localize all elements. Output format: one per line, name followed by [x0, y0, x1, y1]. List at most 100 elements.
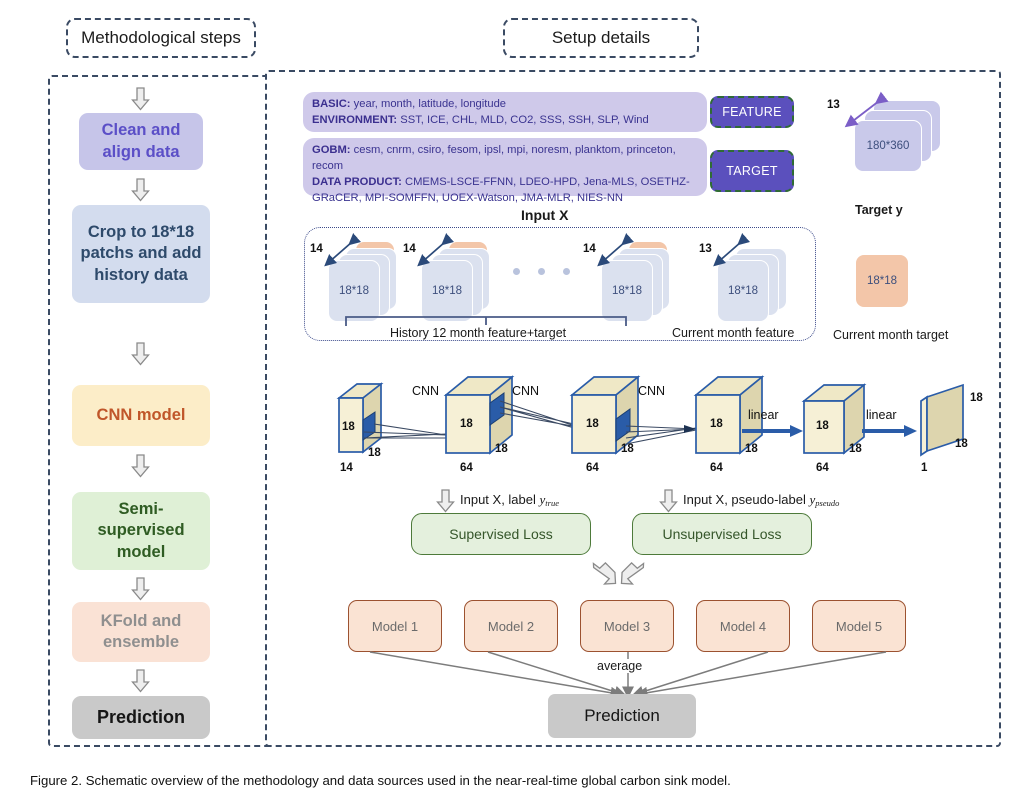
flow-arrow-2 — [131, 178, 150, 202]
cnn-layer-5-depth-label: 18 — [849, 443, 862, 455]
model-label: Model 4 — [719, 618, 767, 634]
target-y-title: Target y — [855, 203, 903, 217]
feature-tag-label: FEATURE — [722, 105, 782, 119]
model-box-2[interactable]: Model 2 — [464, 600, 558, 652]
feature-row-basic: BASIC: year, month, latitude, longitude — [312, 97, 698, 113]
cnn-linear-arrow-2 — [862, 424, 918, 443]
cnn-layer-5-face-label: 18 — [816, 420, 829, 432]
methodological-steps-header-label: Methodological steps — [81, 28, 241, 47]
model-label: Model 3 — [603, 618, 651, 634]
target-key-gobm: GOBM: — [312, 144, 351, 156]
current-month-target-label: Current month target — [833, 328, 949, 342]
ensemble-prediction-label: Prediction — [584, 706, 660, 725]
cnn-layer-2-face-label: 18 — [460, 418, 473, 430]
ellipsis-dot-3 — [563, 268, 570, 275]
model-box-1[interactable]: Model 1 — [348, 600, 442, 652]
setup-details-header-label: Setup details — [551, 28, 651, 47]
target-tag: TARGET — [710, 150, 794, 192]
target-y-grid-label: 180*360 — [866, 140, 910, 152]
feature-key-basic: BASIC: — [312, 98, 351, 110]
flow-arrow-5 — [131, 577, 150, 601]
step-label: CNN model — [96, 405, 186, 424]
step-semi-supervised-model[interactable]: Semi-supervised model — [72, 492, 210, 570]
flow-arrow-1 — [131, 87, 150, 111]
unsupervised-loss-box[interactable]: Unsupervised Loss — [632, 513, 812, 555]
cnn-op-label-1: CNN — [412, 384, 440, 398]
cnn-layer-6-face-label: 18 — [970, 392, 983, 404]
step-label: Prediction — [96, 706, 185, 727]
history-stack-3-depth-label: 14 — [583, 243, 596, 255]
cnn-connector-3 — [614, 400, 698, 453]
unsupervised-loss-input-label: Input X, pseudo-label ypseudo — [683, 492, 839, 508]
methodological-steps-header: Methodological steps — [66, 18, 256, 58]
cnn-layer-4-face-label: 18 — [710, 418, 723, 430]
cnn-layer-6-channels-label: 1 — [921, 462, 928, 474]
flow-arrow-4 — [131, 454, 150, 478]
cnn-layer-1-channels-label: 14 — [340, 462, 353, 474]
step-clean-and-align-data[interactable]: Clean and align data — [79, 113, 203, 170]
model-box-3[interactable]: Model 3 — [580, 600, 674, 652]
current-feature-label: Current month feature — [672, 326, 795, 340]
setup-details-header: Setup details — [503, 18, 699, 58]
unsupervised-loss-var-sub: pseudo — [815, 498, 840, 508]
unsupervised-loss-arrow — [659, 489, 678, 513]
current-feature-size: 18*18 — [727, 285, 759, 297]
history-stack-3-size: 18*18 — [611, 285, 643, 297]
step-label: Semi-supervised model — [97, 500, 185, 561]
step-crop-to-patches[interactable]: Crop to 18*18 patchs and add history dat… — [72, 205, 210, 303]
cnn-connector-1 — [362, 410, 448, 463]
step-prediction[interactable]: Prediction — [72, 696, 210, 739]
cnn-layer-3-channels-label: 64 — [586, 462, 599, 474]
cnn-layer-5-channels-label: 64 — [816, 462, 829, 474]
average-label: average — [594, 659, 646, 673]
target-key-data-product: DATA PRODUCT: — [312, 175, 402, 188]
history-label: History 12 month feature+target — [390, 326, 567, 340]
cnn-op-label-2: CNN — [512, 384, 540, 398]
supervised-loss-arrow — [436, 489, 455, 513]
target-y-depth-arrow — [840, 91, 896, 135]
supervised-loss-box[interactable]: Supervised Loss — [411, 513, 591, 555]
target-y-depth-label: 13 — [827, 99, 840, 111]
model-box-5[interactable]: Model 5 — [812, 600, 906, 652]
target-tag-label: TARGET — [726, 164, 778, 178]
cnn-layer-3-face-label: 18 — [586, 418, 599, 430]
ellipsis-dot-1 — [513, 268, 520, 275]
model-label: Model 1 — [371, 618, 419, 634]
cnn-op-label-3: CNN — [638, 384, 666, 398]
flow-arrow-3 — [131, 342, 150, 366]
feature-info-block: BASIC: year, month, latitude, longitude … — [303, 92, 707, 132]
feature-key-environment: ENVIRONMENT: — [312, 113, 398, 126]
supervised-loss-label: Supervised Loss — [449, 526, 553, 542]
history-stack-1-size: 18*18 — [338, 285, 370, 297]
feature-row-environment: ENVIRONMENT: SST, ICE, CHL, MLD, CO2, SS… — [312, 113, 698, 129]
current-feature-depth-arrow — [711, 233, 755, 275]
step-cnn-model[interactable]: CNN model — [72, 385, 210, 446]
history-stack-2-depth-arrow — [415, 233, 459, 275]
history-stack-1-depth-label: 14 — [310, 243, 323, 255]
history-stack-2-size: 18*18 — [431, 285, 463, 297]
cnn-layer-1-face-label: 18 — [342, 421, 355, 433]
flow-arrow-6 — [131, 669, 150, 693]
history-stack-3-depth-arrow — [595, 233, 639, 275]
model-box-4[interactable]: Model 4 — [696, 600, 790, 652]
cnn-op-label-4: linear — [748, 408, 779, 422]
supervised-loss-input-label: Input X, label ytrue — [460, 492, 559, 508]
feature-value-environment: SST, ICE, CHL, MLD, CO2, SSS, SSH, SLP, … — [400, 113, 649, 126]
unsupervised-loss-input-text: Input X, pseudo-label — [683, 492, 810, 507]
current-month-target-size: 18*18 — [866, 275, 898, 287]
target-info-block: GOBM: cesm, cnrm, csiro, fesom, ipsl, mp… — [303, 138, 707, 204]
model-label: Model 5 — [835, 618, 883, 634]
cnn-linear-arrow-1 — [742, 424, 804, 443]
model-label: Model 2 — [487, 618, 535, 634]
target-value-gobm: cesm, cnrm, csiro, fesom, ipsl, mpi, nor… — [312, 144, 676, 172]
loss-converge-arrow-right — [620, 561, 646, 592]
target-row-gobm: GOBM: cesm, cnrm, csiro, fesom, ipsl, mp… — [312, 143, 698, 175]
step-kfold-and-ensemble[interactable]: KFold and ensemble — [72, 602, 210, 662]
current-month-target-card: 18*18 — [855, 254, 909, 308]
ensemble-prediction-box[interactable]: Prediction — [548, 694, 696, 738]
cnn-layer-2-channels-label: 64 — [460, 462, 473, 474]
step-label: Crop to 18*18 patchs and add history dat… — [80, 223, 202, 284]
target-row-data-product: DATA PRODUCT: CMEMS-LSCE-FFNN, LDEO-HPD,… — [312, 175, 698, 207]
cnn-layer-6-depth-label: 18 — [955, 438, 968, 450]
supervised-loss-var-sub: true — [545, 498, 559, 508]
